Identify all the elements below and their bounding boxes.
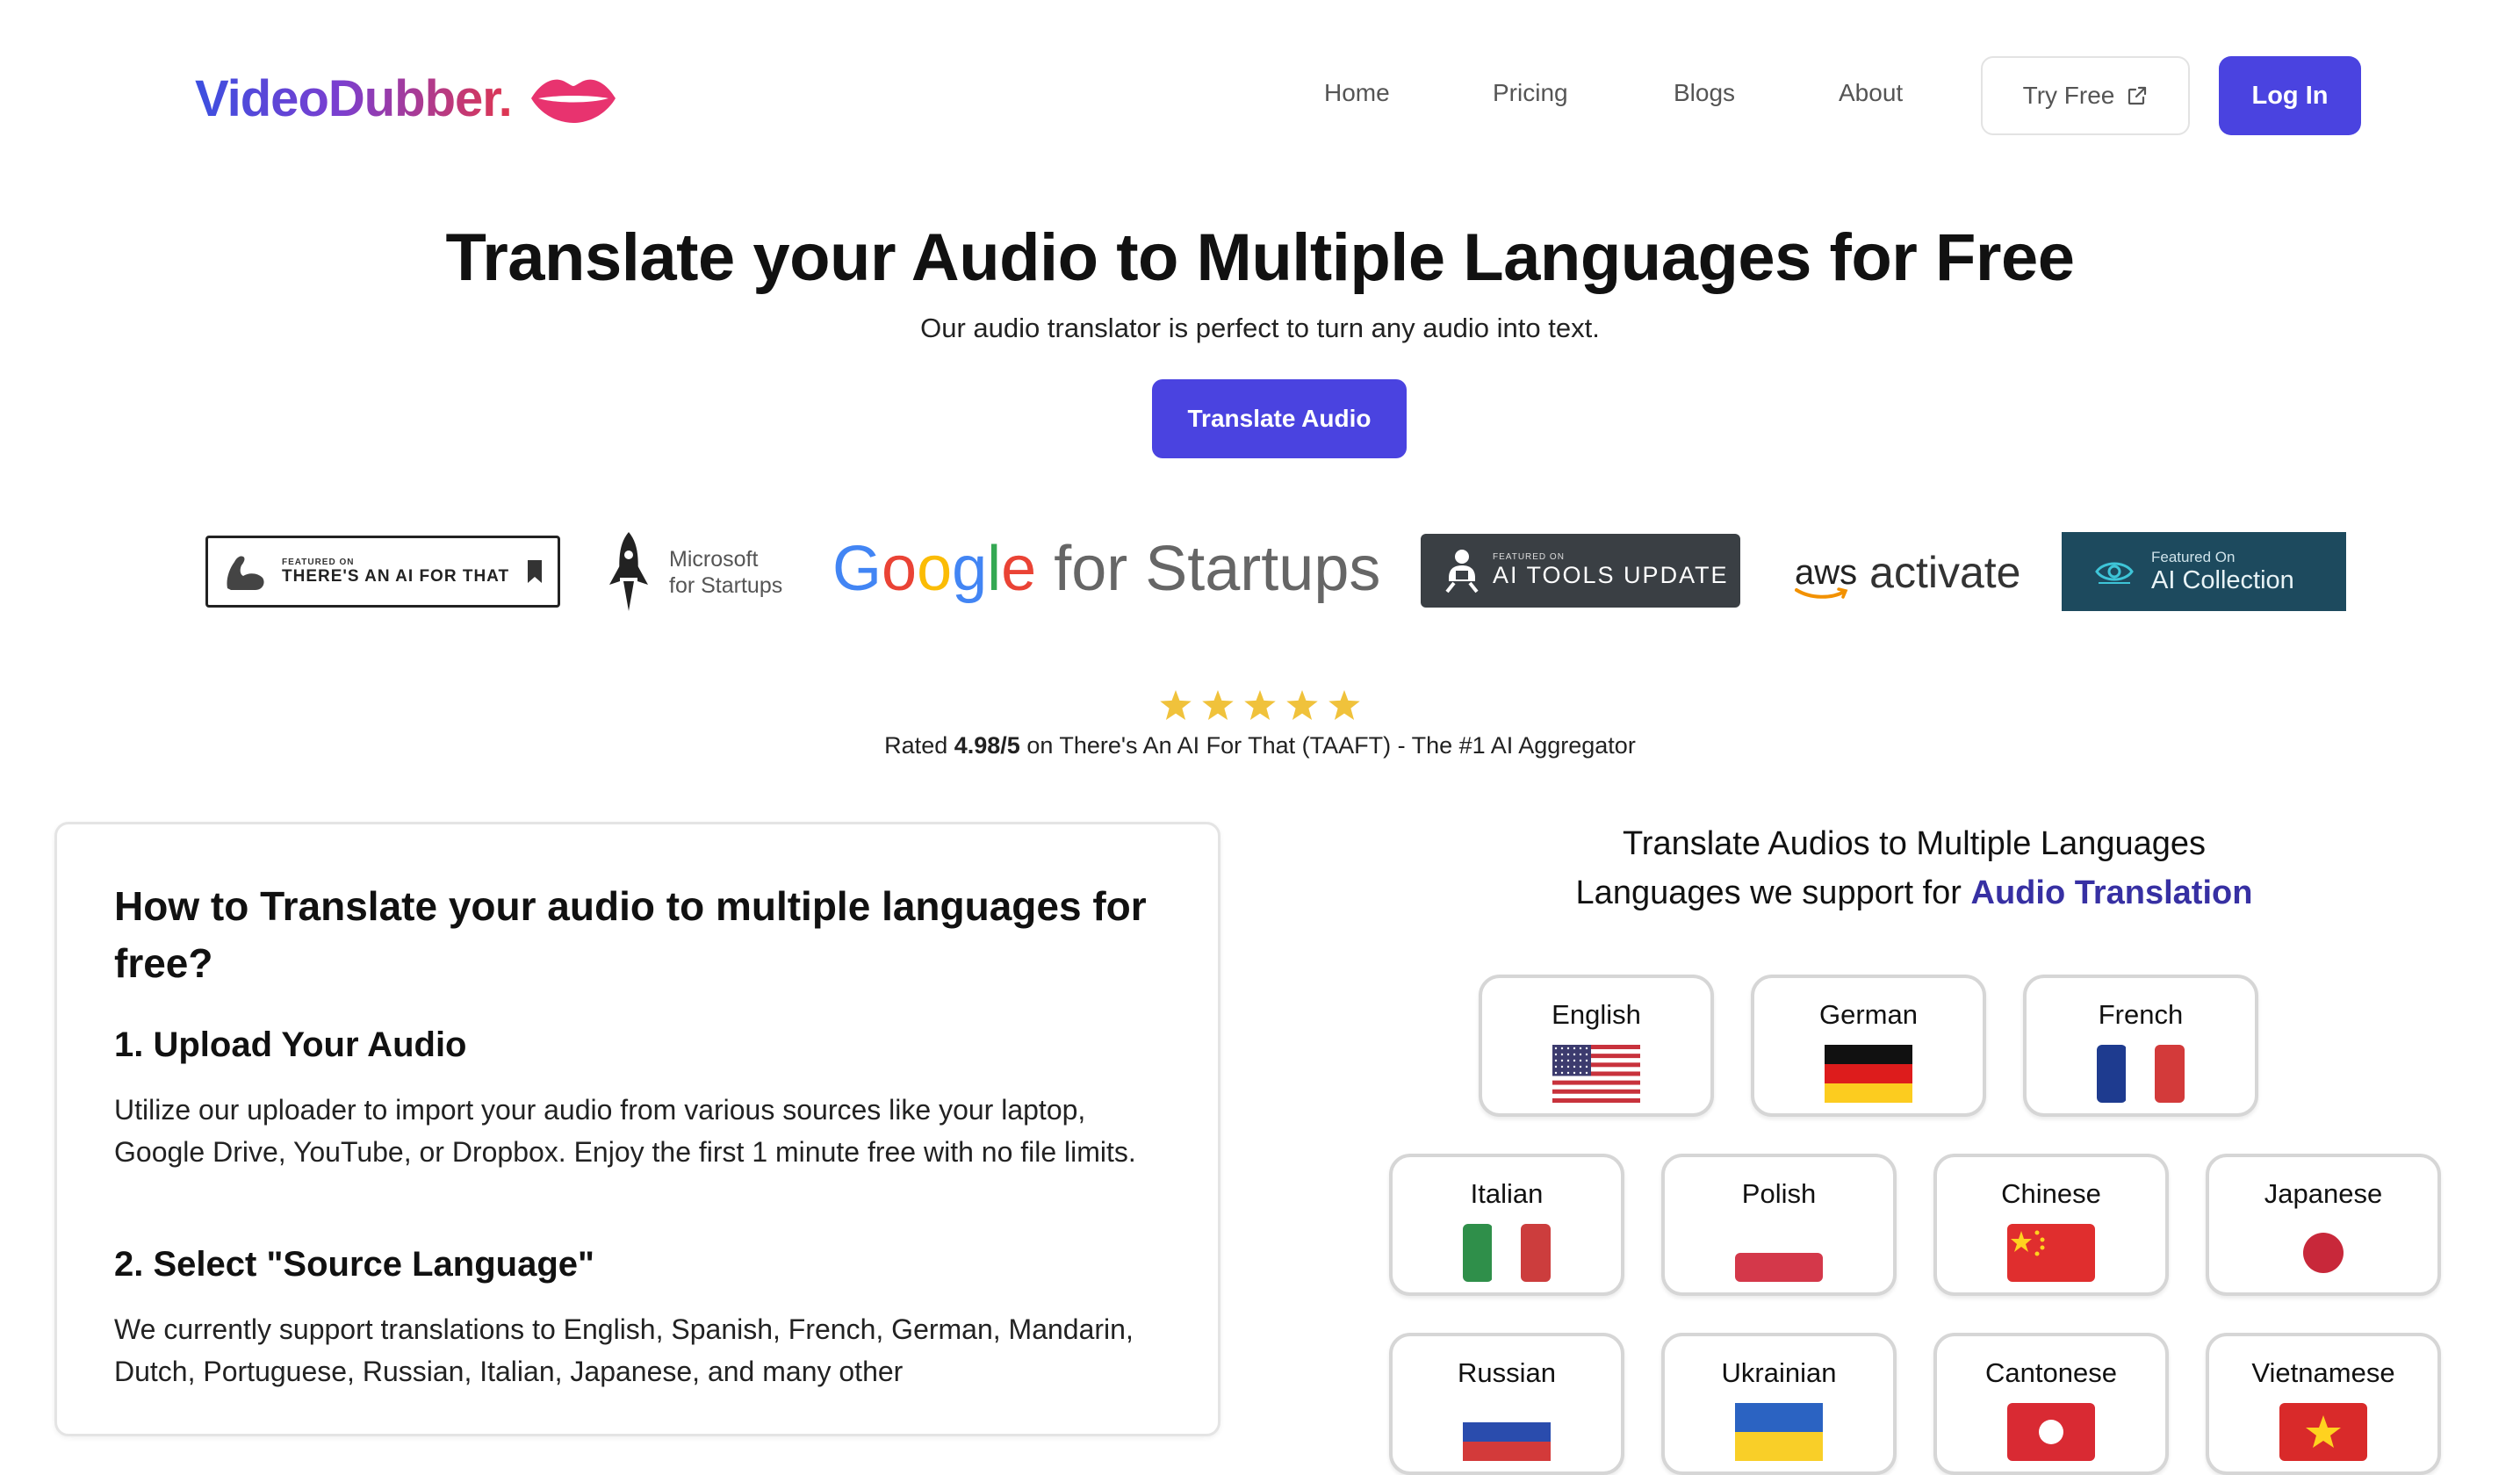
star-icon (1202, 690, 1234, 720)
star-icon (1328, 690, 1360, 720)
ai-collection-small-text: Featured On (2151, 548, 2236, 565)
language-card-russian[interactable]: Russian (1389, 1333, 1624, 1475)
language-card-japanese[interactable]: Japanese (2206, 1154, 2441, 1296)
ai-tools-big-text: AI TOOLS UPDATE (1493, 562, 1729, 588)
brand-logo[interactable]: VideoDubber. (195, 63, 617, 133)
language-card-vietnamese[interactable]: Vietnamese (2206, 1333, 2441, 1475)
language-name: Chinese (2001, 1178, 2101, 1209)
page-subtitle: Our audio translator is perfect to turn … (920, 313, 1600, 343)
taaft-small-text: FEATURED ON (282, 557, 355, 567)
ms-line-2: for Startups (669, 573, 783, 598)
language-card-cantonese[interactable]: Cantonese (1933, 1333, 2169, 1475)
lips-icon (530, 79, 616, 123)
step-2-body: We currently support translations to Eng… (114, 1313, 1134, 1387)
star-icon (1160, 690, 1192, 720)
step-1-title: 1. Upload Your Audio (114, 1025, 467, 1064)
nav-blogs[interactable]: Blogs (1674, 79, 1735, 107)
languages-subheading: Languages we support for Audio Translati… (1575, 874, 2253, 911)
language-name: Polish (1741, 1178, 1817, 1209)
robot-person-icon (1445, 550, 1479, 594)
bookmark-icon (528, 560, 542, 583)
ai-collection-big-text: AI Collection (2151, 565, 2294, 594)
login-button[interactable]: Log In (2219, 56, 2361, 135)
rating-text: Rated 4.98/5 on There's An AI For That (… (884, 732, 1636, 759)
microsoft-startups-logo[interactable]: Microsoft for Startups (606, 529, 782, 616)
external-link-icon (2128, 86, 2147, 105)
language-name: Vietnamese (2251, 1357, 2395, 1388)
language-name: German (1819, 999, 1918, 1030)
fr-flag-icon (2097, 1045, 2185, 1103)
languages-heading: Translate Audios to Multiple Languages (1622, 825, 2207, 862)
language-name: Ukrainian (1721, 1357, 1837, 1388)
rocket-icon (609, 532, 648, 611)
vn-flag-icon (2279, 1403, 2367, 1461)
de-flag-icon (1825, 1045, 1912, 1103)
flexed-arm-icon (227, 556, 264, 590)
language-name: Italian (1470, 1178, 1544, 1209)
aws-activate-text: activate (1869, 548, 2021, 597)
language-card-chinese[interactable]: Chinese (1933, 1154, 2169, 1296)
taaft-big-text: THERE'S AN AI FOR THAT (282, 566, 510, 586)
us-flag-icon (1552, 1045, 1640, 1103)
ai-tools-update-badge[interactable]: FEATURED ON AI TOOLS UPDATE (1421, 534, 1740, 608)
language-name: French (2098, 999, 2184, 1030)
ua-flag-icon (1735, 1403, 1823, 1461)
try-free-button[interactable]: Try Free (1981, 56, 2190, 135)
aws-wordmark: aws (1795, 553, 1857, 599)
language-card-german[interactable]: German (1751, 975, 1986, 1117)
language-card-ukrainian[interactable]: Ukrainian (1661, 1333, 1897, 1475)
eye-icon (2095, 562, 2134, 584)
ai-collection-badge[interactable]: Featured On AI Collection (2062, 532, 2346, 611)
rating-score: 4.98/5 (954, 732, 1020, 759)
language-name: Russian (1458, 1357, 1556, 1388)
language-card-italian[interactable]: Italian (1389, 1154, 1624, 1296)
try-free-label: Try Free (2022, 82, 2115, 109)
language-name: Japanese (2264, 1178, 2383, 1209)
aws-activate-logo[interactable]: aws activate (1795, 537, 2020, 608)
brand-name: VideoDubber. (195, 69, 513, 127)
cn-flag-icon (2007, 1224, 2095, 1282)
ru-flag-icon (1463, 1403, 1551, 1461)
language-card-polish[interactable]: Polish (1661, 1154, 1897, 1296)
nav-home[interactable]: Home (1324, 79, 1390, 107)
it-flag-icon (1463, 1224, 1551, 1282)
google-startups-logo[interactable]: Google for Startups (832, 525, 1380, 613)
hk-flag-icon (2007, 1403, 2095, 1461)
aws-smile-icon (1795, 586, 1848, 599)
rating-stars (0, 690, 2520, 720)
taaft-badge[interactable]: FEATURED ON THERE'S AN AI FOR THAT (205, 536, 560, 608)
ms-line-1: Microsoft (669, 547, 759, 572)
page-title: Translate your Audio to Multiple Languag… (445, 220, 2075, 295)
nav-pricing[interactable]: Pricing (1493, 79, 1568, 107)
nav-about[interactable]: About (1839, 79, 1903, 107)
howto-title: How to Translate your audio to multiple … (114, 883, 1147, 986)
translate-audio-button[interactable]: Translate Audio (1152, 379, 1407, 458)
pl-flag-icon (1735, 1224, 1823, 1282)
star-icon (1286, 690, 1318, 720)
star-icon (1244, 690, 1276, 720)
jp-flag-icon (2279, 1224, 2367, 1282)
google-wordmark: Google (832, 534, 1037, 604)
language-card-english[interactable]: English (1479, 975, 1714, 1117)
step-1-body: Utilize our uploader to import your audi… (114, 1094, 1136, 1168)
ai-tools-small-text: FEATURED ON (1493, 552, 1565, 562)
language-name: Cantonese (1985, 1357, 2117, 1388)
step-2-title: 2. Select "Source Language" (114, 1245, 594, 1284)
language-card-french[interactable]: French (2023, 975, 2258, 1117)
language-name: English (1552, 999, 1641, 1030)
google-startups-text: for Startups (1054, 534, 1381, 604)
audio-translation-link[interactable]: Audio Translation (1971, 874, 2253, 911)
